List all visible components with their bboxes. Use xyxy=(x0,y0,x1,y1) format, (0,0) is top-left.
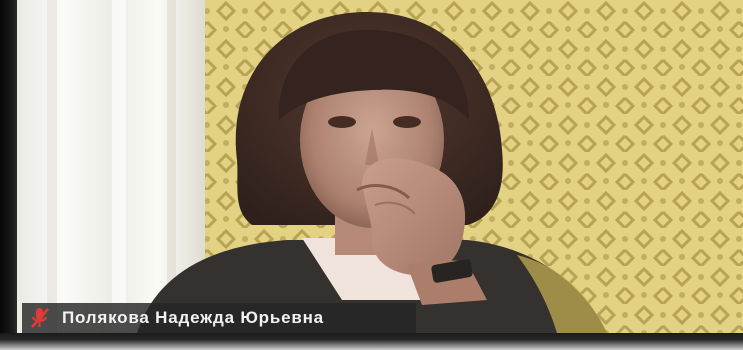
mic-muted-icon xyxy=(30,307,50,329)
participant-name: Полякова Надежда Юрьевна xyxy=(62,308,324,327)
participant-video-tile[interactable] xyxy=(17,0,743,333)
video-call-screen: Полякова Надежда Юрьевна xyxy=(0,0,743,350)
participant-video-frame xyxy=(17,0,743,333)
screen-left-edge xyxy=(0,0,17,350)
participant-name-bar: Полякова Надежда Юрьевна xyxy=(22,303,416,333)
screen-bottom-edge xyxy=(0,333,743,350)
